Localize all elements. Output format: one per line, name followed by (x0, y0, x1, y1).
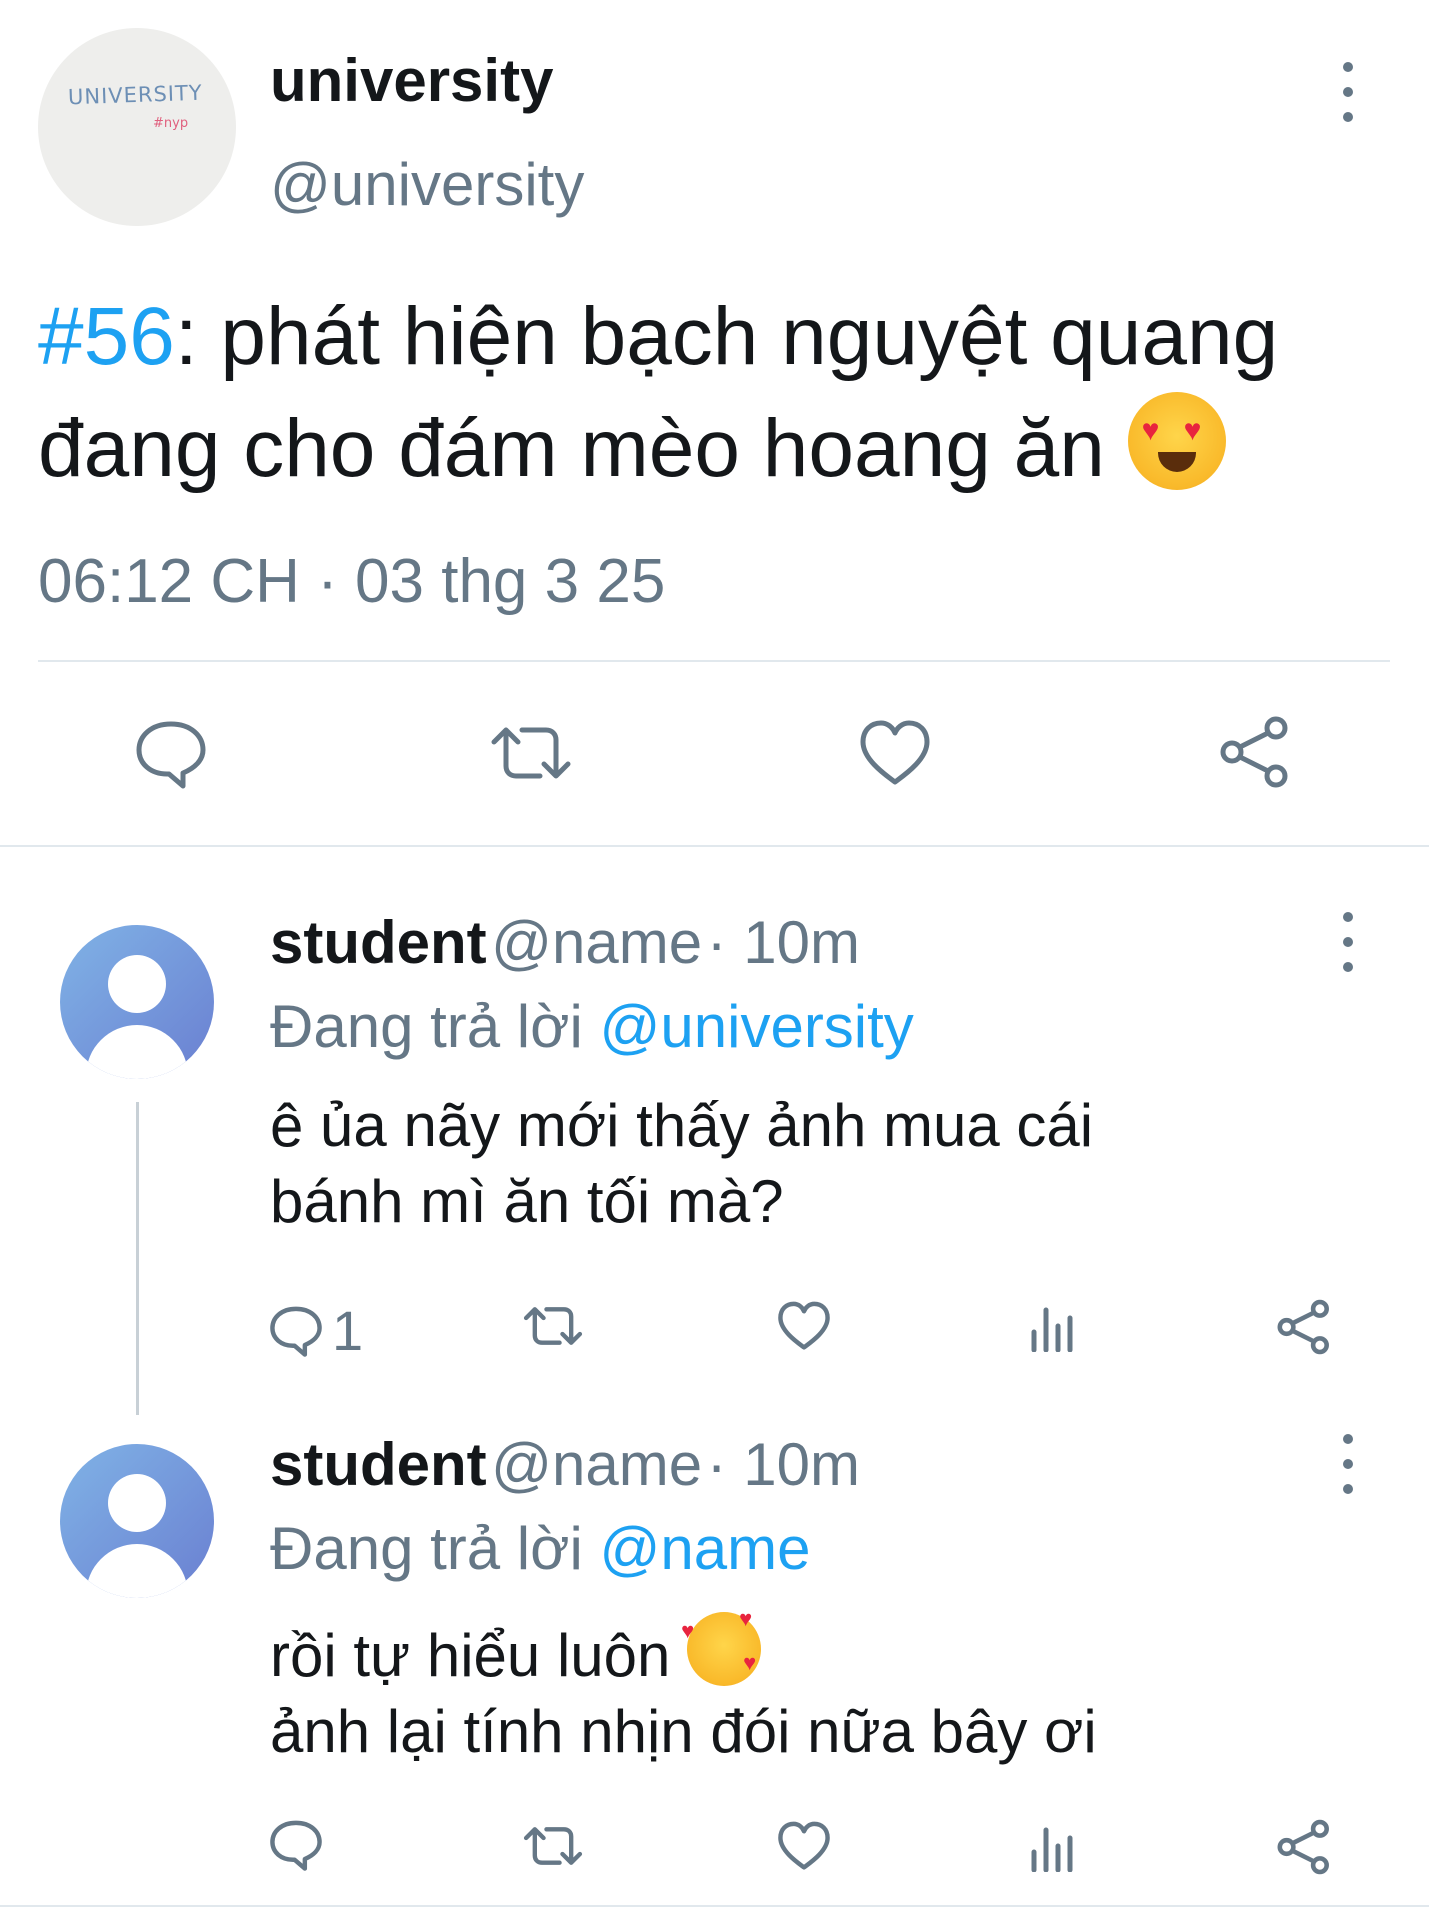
smiling-face-with-hearts-emoji: ♥ ♥ ♥ (681, 1608, 762, 1686)
reply-text-line: rồi tự hiểu luôn (270, 1622, 671, 1689)
replying-to: Đang trả lời @university (270, 992, 914, 1061)
tweet-timestamp[interactable]: 06:12 CH · 03 thg 3 25 (38, 546, 665, 617)
mention-link[interactable]: @name (599, 1515, 810, 1582)
reply-avatar[interactable] (60, 1444, 214, 1598)
tweet-body: : phát hiện bạch nguyệt quang đang cho đ… (38, 291, 1279, 494)
reply-avatar[interactable] (60, 925, 214, 1079)
share-icon (1277, 1299, 1329, 1355)
retweet-button[interactable] (520, 1302, 586, 1350)
reply-header: student @name · 10m (270, 1430, 860, 1499)
reply-count: 1 (332, 1299, 364, 1362)
divider (38, 660, 1390, 662)
like-icon (778, 1821, 830, 1870)
reply-button[interactable] (268, 1818, 324, 1872)
reply-time: · 10m (706, 1431, 860, 1498)
replying-to-label: Đang trả lời (270, 993, 583, 1060)
author-name[interactable]: university (270, 46, 553, 115)
reply-text-line: ê ủa nãy mới thấy ảnh mua cái (270, 1092, 1094, 1159)
university-avatar[interactable]: UNIVERSITY #nyp (38, 28, 236, 226)
author-handle[interactable]: @university (270, 150, 584, 219)
reply-icon (136, 721, 206, 789)
analytics-icon (1031, 1307, 1073, 1352)
mention-link[interactable]: @university (599, 993, 913, 1060)
retweet-icon (523, 1827, 583, 1865)
divider (0, 1905, 1429, 1907)
reply-time: · 10m (706, 909, 860, 976)
reply-button[interactable]: 1 (268, 1298, 363, 1363)
reply-icon (270, 1820, 322, 1871)
thread-connector (136, 1102, 139, 1415)
retweet-icon (491, 727, 571, 779)
reply-text: rồi tự hiểu luôn ♥ ♥ ♥ ảnh lại tính nhịn… (270, 1608, 1097, 1770)
hashtag-link[interactable]: #56 (38, 291, 175, 382)
share-button[interactable] (1218, 714, 1292, 790)
more-options-icon[interactable] (1333, 1434, 1363, 1494)
like-button[interactable] (776, 1820, 832, 1872)
reply-button[interactable] (133, 718, 209, 790)
retweet-button[interactable] (486, 720, 576, 786)
share-button[interactable] (1276, 1298, 1332, 1356)
reply-header: student @name · 10m (270, 908, 860, 977)
avatar-logo-text: UNIVERSITY (67, 80, 204, 110)
share-icon (1220, 716, 1288, 788)
reply-author-name[interactable]: student (270, 1431, 487, 1498)
reply-author-handle[interactable]: @name (491, 1431, 702, 1498)
like-icon (860, 720, 930, 785)
more-options-icon[interactable] (1333, 912, 1363, 972)
reply-text-line: ảnh lại tính nhịn đói nữa bây ơi (270, 1698, 1097, 1765)
heart-eyes-emoji: ♥ ♥ (1127, 392, 1226, 490)
like-button[interactable] (776, 1300, 832, 1352)
like-icon (778, 1301, 830, 1350)
replying-to: Đang trả lời @name (270, 1514, 810, 1583)
analytics-button[interactable] (1028, 1822, 1076, 1872)
more-options-icon[interactable] (1333, 62, 1363, 122)
like-button[interactable] (857, 718, 933, 788)
analytics-button[interactable] (1028, 1302, 1076, 1352)
reply-text: ê ủa nãy mới thấy ảnh mua cái bánh mì ăn… (270, 1088, 1093, 1240)
tweet-text: #56: phát hiện bạch nguyệt quang đang ch… (38, 282, 1408, 504)
share-button[interactable] (1276, 1818, 1332, 1876)
replying-to-label: Đang trả lời (270, 1515, 583, 1582)
retweet-button[interactable] (520, 1822, 586, 1870)
reply-author-handle[interactable]: @name (491, 909, 702, 976)
avatar-logo-subtext: #nyp (153, 116, 189, 131)
reply-author-name[interactable]: student (270, 909, 487, 976)
share-icon (1277, 1819, 1329, 1875)
reply-text-line: bánh mì ăn tối mà? (270, 1168, 784, 1235)
reply-icon (270, 1306, 322, 1357)
retweet-icon (523, 1307, 583, 1345)
analytics-icon (1031, 1827, 1073, 1872)
divider (0, 845, 1429, 847)
